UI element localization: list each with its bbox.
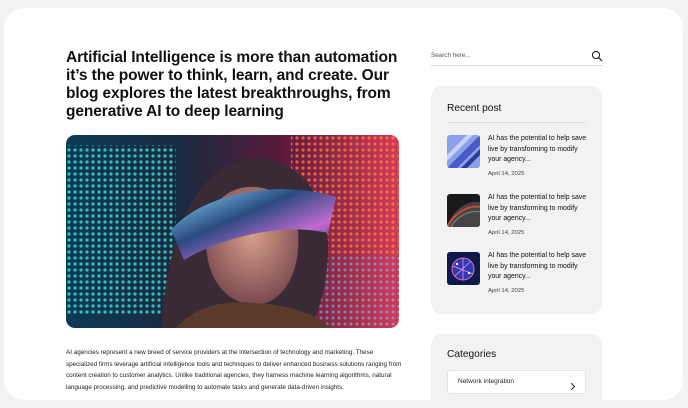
post-thumbnail xyxy=(447,135,480,168)
article-headline: Artificial Intelligence is more than aut… xyxy=(66,49,398,120)
post-thumbnail xyxy=(447,252,480,285)
categories-card: Categories Network integration xyxy=(431,334,602,400)
post-thumbnail xyxy=(447,194,480,227)
page-frame: Artificial Intelligence is more than aut… xyxy=(4,8,683,400)
recent-posts-card: Recent post AI has the potential to help… xyxy=(431,86,602,314)
search-input[interactable] xyxy=(431,49,581,61)
chevron-right-icon xyxy=(569,378,577,391)
post-title[interactable]: AI has the potential to help save live b… xyxy=(488,134,591,166)
post-title[interactable]: AI has the potential to help save live b… xyxy=(488,193,591,225)
divider xyxy=(447,122,586,123)
search-bar xyxy=(431,46,603,66)
category-label: Network integration xyxy=(458,378,514,385)
search-icon[interactable] xyxy=(591,49,603,62)
hero-image xyxy=(66,135,399,328)
recent-post-item[interactable]: AI has the potential to help save live b… xyxy=(447,135,587,183)
post-date: April 14, 2025 xyxy=(488,288,525,294)
category-item-network-integration[interactable]: Network integration xyxy=(447,370,586,394)
recent-post-item[interactable]: AI has the potential to help save live b… xyxy=(447,252,587,300)
recent-post-item[interactable]: AI has the potential to help save live b… xyxy=(447,194,587,242)
recent-posts-title: Recent post xyxy=(447,103,502,114)
categories-title: Categories xyxy=(447,349,497,360)
article-body: AI agencies represent a new breed of ser… xyxy=(66,349,402,391)
post-title[interactable]: AI has the potential to help save live b… xyxy=(488,251,591,283)
post-date: April 14, 2025 xyxy=(488,171,525,177)
post-date: April 14, 2025 xyxy=(488,230,525,236)
